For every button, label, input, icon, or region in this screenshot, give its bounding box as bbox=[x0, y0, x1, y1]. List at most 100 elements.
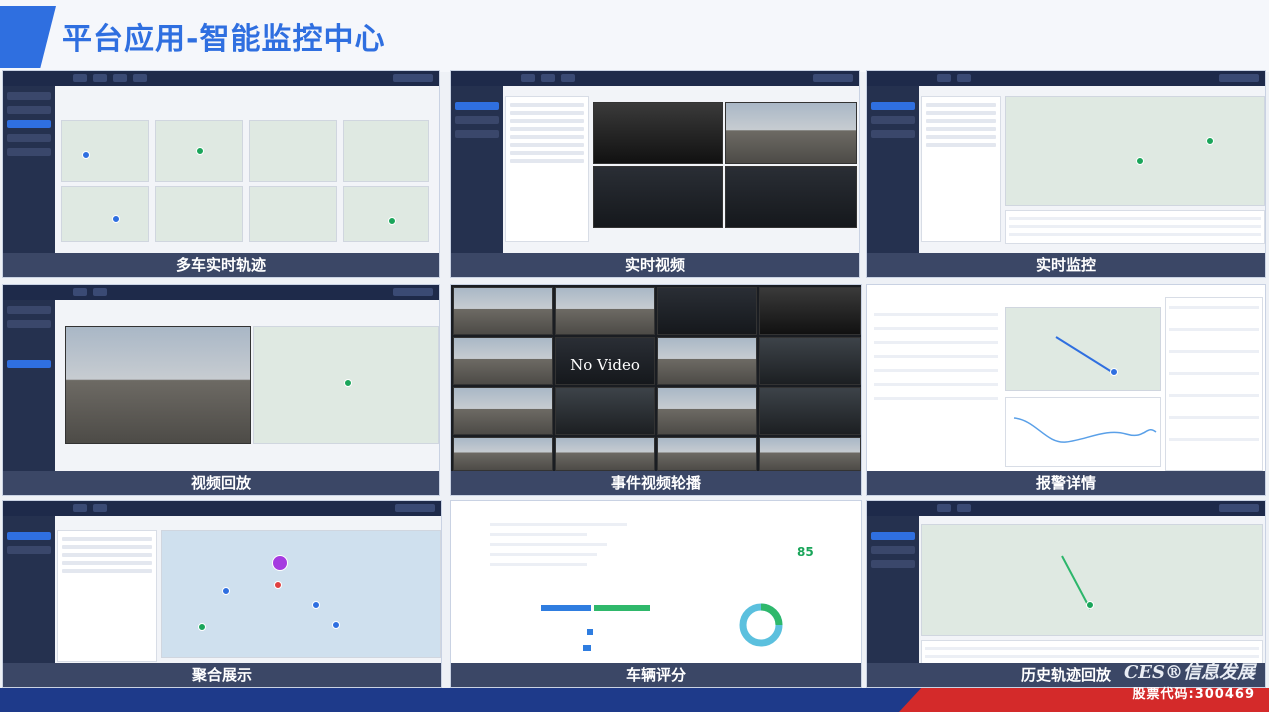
panel-multi-track[interactable]: 多车实时轨迹 bbox=[2, 70, 440, 278]
user-menu[interactable] bbox=[1219, 74, 1259, 82]
map-tile[interactable] bbox=[249, 120, 337, 182]
video-cabin[interactable] bbox=[593, 102, 723, 164]
sidebar-item[interactable] bbox=[7, 306, 51, 314]
vehicle-tree[interactable] bbox=[921, 96, 1001, 242]
playback-map[interactable] bbox=[253, 326, 439, 444]
cluster-marker[interactable] bbox=[274, 581, 282, 589]
event-video[interactable] bbox=[759, 387, 861, 435]
tree-row[interactable] bbox=[510, 111, 584, 115]
tree-row[interactable] bbox=[510, 135, 584, 139]
vehicle-marker[interactable] bbox=[82, 151, 90, 159]
video-empty[interactable] bbox=[593, 166, 723, 228]
tree-row[interactable] bbox=[510, 159, 584, 163]
nav-item[interactable] bbox=[133, 74, 147, 82]
tree-row[interactable] bbox=[62, 545, 152, 549]
map-tile[interactable] bbox=[155, 120, 243, 182]
sidebar-item-active[interactable] bbox=[7, 532, 51, 540]
vehicle-marker[interactable] bbox=[344, 379, 352, 387]
history-map[interactable] bbox=[921, 524, 1263, 636]
vehicle-marker[interactable] bbox=[1206, 137, 1214, 145]
nav-item[interactable] bbox=[957, 74, 971, 82]
vehicle-marker[interactable] bbox=[388, 217, 396, 225]
user-menu[interactable] bbox=[1219, 504, 1259, 512]
panel-live-monitor[interactable]: 实时监控 bbox=[866, 70, 1266, 278]
list-item[interactable] bbox=[1169, 350, 1259, 353]
user-menu[interactable] bbox=[393, 74, 433, 82]
tree-row[interactable] bbox=[62, 553, 152, 557]
map-tile[interactable] bbox=[343, 186, 429, 242]
event-video[interactable] bbox=[555, 437, 655, 471]
map-tile[interactable] bbox=[343, 120, 429, 182]
tree-row[interactable] bbox=[62, 561, 152, 565]
sidebar-item[interactable] bbox=[7, 320, 51, 328]
panel-live-video[interactable]: 实时视频 bbox=[450, 70, 860, 278]
sidebar-item[interactable] bbox=[7, 148, 51, 156]
event-video[interactable] bbox=[759, 287, 861, 335]
nav-item[interactable] bbox=[957, 504, 971, 512]
list-item[interactable] bbox=[1169, 394, 1259, 397]
nav-item[interactable] bbox=[561, 74, 575, 82]
vehicle-marker[interactable] bbox=[196, 147, 204, 155]
vehicle-marker[interactable] bbox=[1110, 368, 1118, 376]
table-row[interactable] bbox=[1009, 233, 1261, 236]
sidebar-item-active[interactable] bbox=[455, 102, 499, 110]
alarm-list[interactable] bbox=[1165, 297, 1263, 471]
nav-item[interactable] bbox=[937, 504, 951, 512]
sidebar-item-active[interactable] bbox=[7, 360, 51, 368]
tree-row[interactable] bbox=[926, 127, 996, 131]
user-menu[interactable] bbox=[813, 74, 853, 82]
event-video[interactable] bbox=[657, 387, 757, 435]
list-item[interactable] bbox=[1169, 416, 1259, 419]
video-road[interactable] bbox=[725, 102, 857, 164]
sidebar-item[interactable] bbox=[871, 560, 915, 568]
map-tile[interactable] bbox=[61, 186, 149, 242]
tree-row[interactable] bbox=[510, 151, 584, 155]
tree-row[interactable] bbox=[510, 119, 584, 123]
monitor-map[interactable] bbox=[1005, 96, 1265, 206]
panel-cluster[interactable]: 聚合展示 bbox=[2, 500, 442, 688]
nav-item[interactable] bbox=[73, 504, 87, 512]
list-item[interactable] bbox=[1169, 328, 1259, 331]
cluster-marker[interactable] bbox=[272, 555, 288, 571]
nav-item[interactable] bbox=[113, 74, 127, 82]
table-row[interactable] bbox=[1009, 217, 1261, 220]
event-video[interactable] bbox=[657, 287, 757, 335]
vehicle-marker[interactable] bbox=[112, 215, 120, 223]
map-tile[interactable] bbox=[155, 186, 243, 242]
tree-row[interactable] bbox=[926, 111, 996, 115]
sidebar-item[interactable] bbox=[871, 546, 915, 554]
panel-event-carousel[interactable]: No Video 事件视频轮播 bbox=[450, 284, 862, 496]
table-row[interactable] bbox=[1009, 225, 1261, 228]
panel-alarm-detail[interactable]: 报警详情 bbox=[866, 284, 1266, 496]
cluster-marker[interactable] bbox=[198, 623, 206, 631]
tree-row[interactable] bbox=[510, 127, 584, 131]
list-item[interactable] bbox=[1169, 372, 1259, 375]
table-row[interactable] bbox=[925, 647, 1259, 650]
sidebar-item[interactable] bbox=[7, 546, 51, 554]
nav-item[interactable] bbox=[521, 74, 535, 82]
list-item[interactable] bbox=[1169, 438, 1259, 441]
event-video-no-signal[interactable]: No Video bbox=[555, 337, 655, 385]
tree-row[interactable] bbox=[510, 103, 584, 107]
tree-row[interactable] bbox=[926, 135, 996, 139]
sidebar-item[interactable] bbox=[455, 130, 499, 138]
tree-row[interactable] bbox=[62, 537, 152, 541]
playback-video[interactable] bbox=[65, 326, 251, 444]
sidebar-item[interactable] bbox=[871, 116, 915, 124]
tree-row[interactable] bbox=[62, 569, 152, 573]
event-video[interactable] bbox=[759, 337, 861, 385]
map-tile[interactable] bbox=[61, 120, 149, 182]
event-video[interactable] bbox=[453, 287, 553, 335]
map-tile[interactable] bbox=[249, 186, 337, 242]
cluster-marker[interactable] bbox=[222, 587, 230, 595]
nav-item[interactable] bbox=[93, 74, 107, 82]
cluster-map[interactable] bbox=[161, 530, 441, 658]
cluster-marker[interactable] bbox=[312, 601, 320, 609]
sidebar-item[interactable] bbox=[7, 134, 51, 142]
tree-row[interactable] bbox=[510, 143, 584, 147]
cluster-marker[interactable] bbox=[332, 621, 340, 629]
event-video[interactable] bbox=[759, 437, 861, 471]
alarm-map[interactable] bbox=[1005, 307, 1161, 391]
sidebar-item-active[interactable] bbox=[7, 120, 51, 128]
vehicle-tree[interactable] bbox=[57, 530, 157, 662]
